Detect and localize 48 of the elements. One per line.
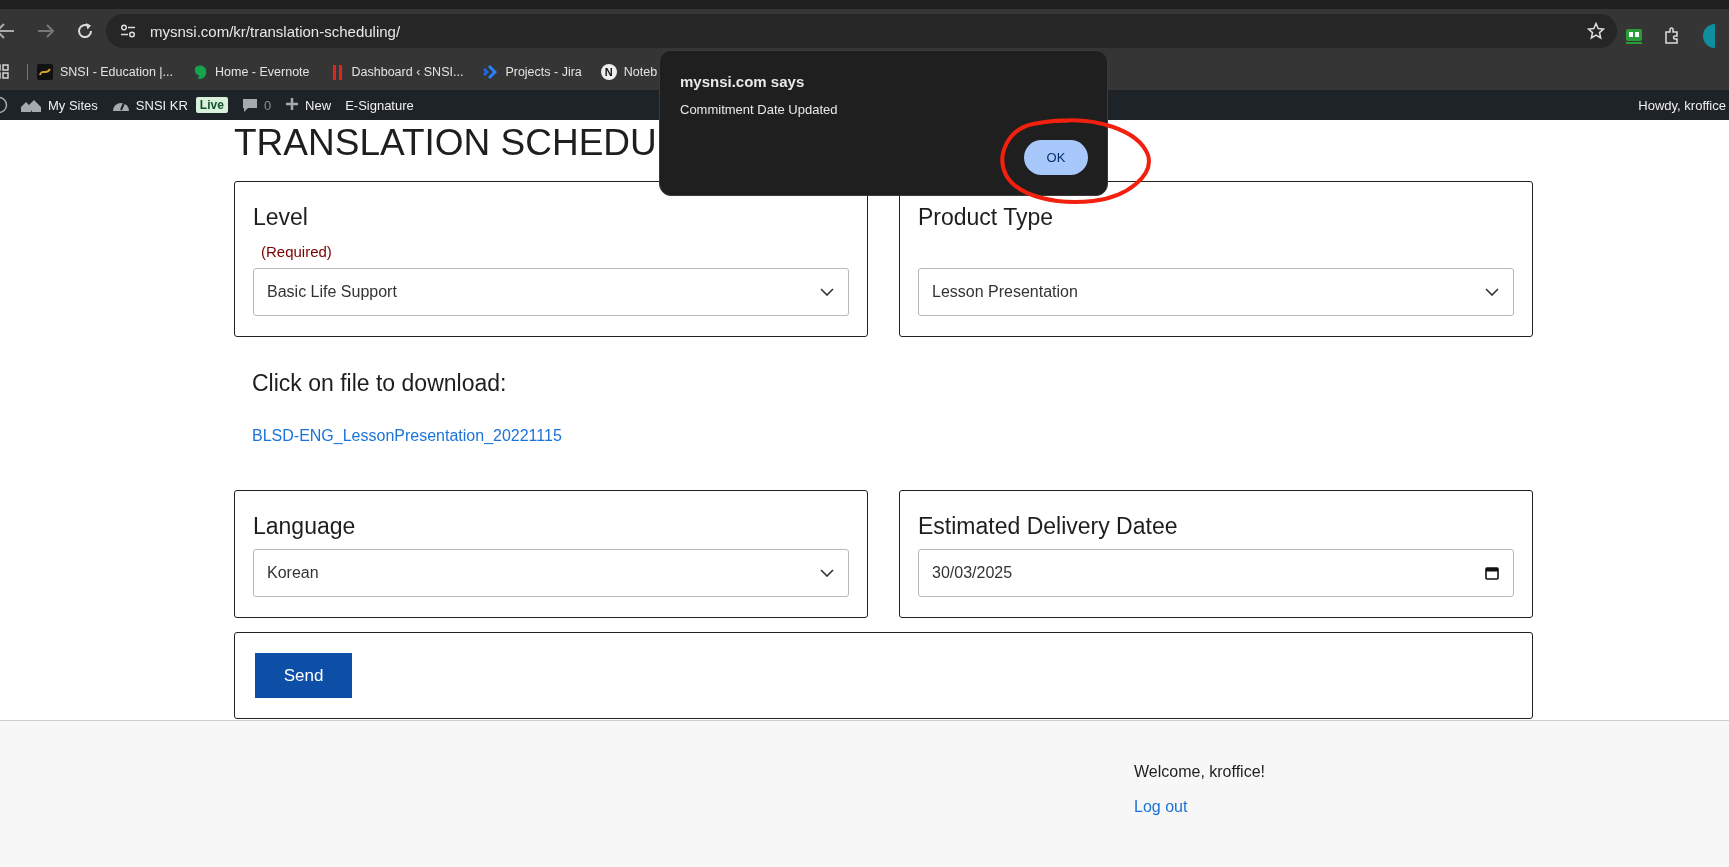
extension-badge-icon[interactable] xyxy=(1625,27,1643,45)
select-field[interactable]: Basic Life Support xyxy=(253,268,849,316)
extensions-icon[interactable] xyxy=(1663,27,1681,45)
site-settings-icon[interactable] xyxy=(120,24,136,38)
download-heading: Click on file to download: xyxy=(252,370,507,397)
reload-icon[interactable] xyxy=(76,22,94,40)
greeting-text[interactable]: Howdy, kroffice xyxy=(1638,97,1729,113)
chevrons-icon xyxy=(482,63,499,80)
welcome-text: Welcome, kroffice! xyxy=(1134,763,1265,781)
profile-avatar-icon[interactable] xyxy=(1701,23,1715,49)
dialog-message: Commitment Date Updated xyxy=(680,102,839,117)
calendar-icon xyxy=(1485,566,1499,580)
admin-bar-item[interactable]: SNSI KR xyxy=(111,97,188,113)
field-label: Level xyxy=(253,204,309,230)
plus-icon xyxy=(285,97,300,113)
field-label: Product Type xyxy=(918,204,1055,230)
field-label: Language xyxy=(253,513,357,539)
comment-bubble-icon xyxy=(241,97,258,113)
admin-bar-item[interactable]: 0 xyxy=(241,97,272,113)
file-download-link[interactable]: BLSD-ENG_LessonPresentation_20221115 xyxy=(252,427,562,445)
select-field[interactable]: Lesson Presentation xyxy=(918,268,1514,316)
field-label: Estimated Delivery Datee xyxy=(918,513,1179,539)
chevron-down-icon xyxy=(820,569,834,577)
bookmark[interactable]: Dashboard ‹ SNSI... xyxy=(328,63,464,80)
address-bar[interactable]: mysnsi.com/kr/translation-scheduling/ xyxy=(106,14,1617,48)
ok-button[interactable]: OK xyxy=(1024,140,1088,175)
admin-bar-item[interactable]: New xyxy=(285,97,332,113)
chevron-down-icon xyxy=(820,288,834,296)
send-button[interactable]: Send xyxy=(255,653,352,698)
bookmark[interactable]: Home - Evernote xyxy=(192,63,310,80)
houses-icon xyxy=(20,97,42,113)
date-field[interactable]: 30/03/2025 xyxy=(918,549,1514,597)
admin-bar-item[interactable]: My Sites xyxy=(20,97,98,113)
required-note: (Required) xyxy=(261,242,333,262)
chevron-down-icon xyxy=(1485,288,1499,296)
page-title: TRANSLATION SCHEDU xyxy=(234,121,657,165)
letter-icon: N xyxy=(600,63,617,80)
live-badge: Live xyxy=(195,97,228,113)
bookmark[interactable]: SNSI - Education |... xyxy=(37,63,174,80)
logout-link[interactable]: Log out xyxy=(1134,798,1188,816)
admin-bar-item[interactable]: E-Signature xyxy=(345,97,414,113)
bookmark[interactable]: Projects - Jira xyxy=(482,63,582,80)
star-icon[interactable] xyxy=(1587,22,1605,40)
url-text: mysnsi.com/kr/translation-scheduling/ xyxy=(150,22,402,40)
select-field[interactable]: Korean xyxy=(253,549,849,597)
bookmark[interactable]: N Noteb xyxy=(600,63,658,80)
snsi-logo-icon xyxy=(37,63,53,80)
dialog-title: mysnsi.com says xyxy=(680,73,806,90)
